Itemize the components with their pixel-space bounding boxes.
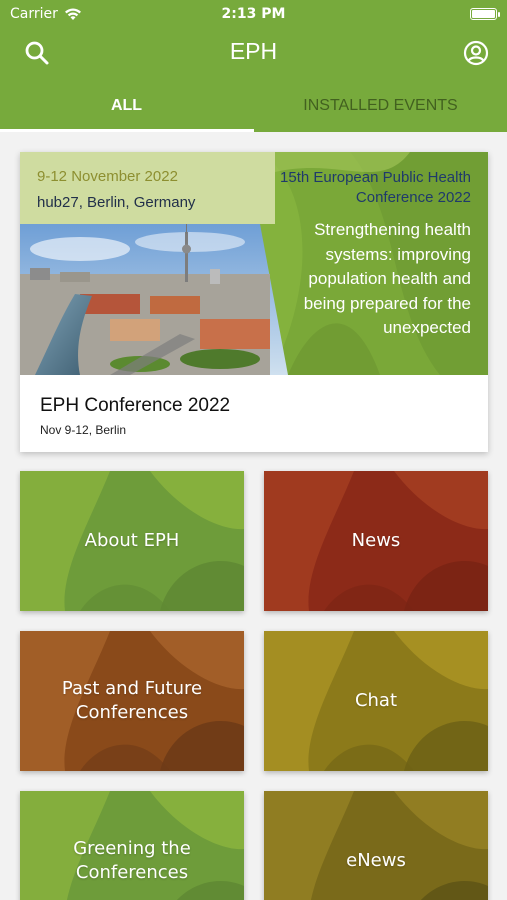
tile-label: News	[351, 530, 401, 551]
tile-label: eNews	[346, 850, 406, 871]
clock: 2:13 PM	[221, 6, 286, 22]
tile-label: Chat	[354, 690, 398, 711]
event-card-footer: EPH Conference 2022 Nov 9-12, Berlin	[20, 375, 488, 452]
event-subtitle: Nov 9-12, Berlin	[40, 423, 127, 437]
tab-bar: ALL INSTALLED EVENTS	[0, 88, 507, 132]
tile-label: Past and Future Conferences	[61, 678, 203, 723]
page-title: EPH	[229, 38, 278, 64]
profile-button[interactable]	[463, 40, 489, 66]
tile-news[interactable]: News	[264, 471, 488, 611]
event-venue: hub27, Berlin, Germany	[37, 194, 196, 211]
berlin-cityscape-image	[20, 224, 288, 375]
active-tab-indicator	[0, 129, 254, 132]
event-banner: 9-12 November 2022 hub27, Berlin, German…	[20, 152, 488, 375]
tile-label: About EPH	[84, 530, 180, 551]
featured-event-card[interactable]: 9-12 November 2022 hub27, Berlin, German…	[20, 152, 488, 452]
tab-all[interactable]: ALL	[0, 88, 253, 132]
tile-enews[interactable]: eNews	[264, 791, 488, 900]
banner-date-panel	[20, 152, 275, 224]
profile-icon	[463, 40, 489, 66]
event-name: EPH Conference 2022	[40, 395, 231, 416]
tab-installed-events[interactable]: INSTALLED EVENTS	[254, 88, 507, 132]
nav-bar: EPH	[0, 30, 507, 74]
tile-label: Greening the Conferences	[73, 838, 191, 883]
tile-past-and-future-conferences[interactable]: Past and Future Conferences	[20, 631, 244, 771]
event-date: 9-12 November 2022	[37, 168, 178, 185]
status-bar: Carrier 2:13 PM	[0, 0, 507, 28]
tile-chat[interactable]: Chat	[264, 631, 488, 771]
conference-title: 15th European Public Health Conference 2…	[280, 169, 471, 206]
conference-tagline: Strengthening health systems: improving …	[303, 220, 471, 337]
battery-icon	[470, 8, 500, 20]
tile-about-eph[interactable]: About EPH	[20, 471, 244, 611]
tile-greening-the-conferences[interactable]: Greening the Conferences	[20, 791, 244, 900]
tile-background	[264, 791, 488, 900]
app-header: Carrier 2:13 PM EPH ALL INSTALLED EVENTS	[0, 0, 507, 132]
